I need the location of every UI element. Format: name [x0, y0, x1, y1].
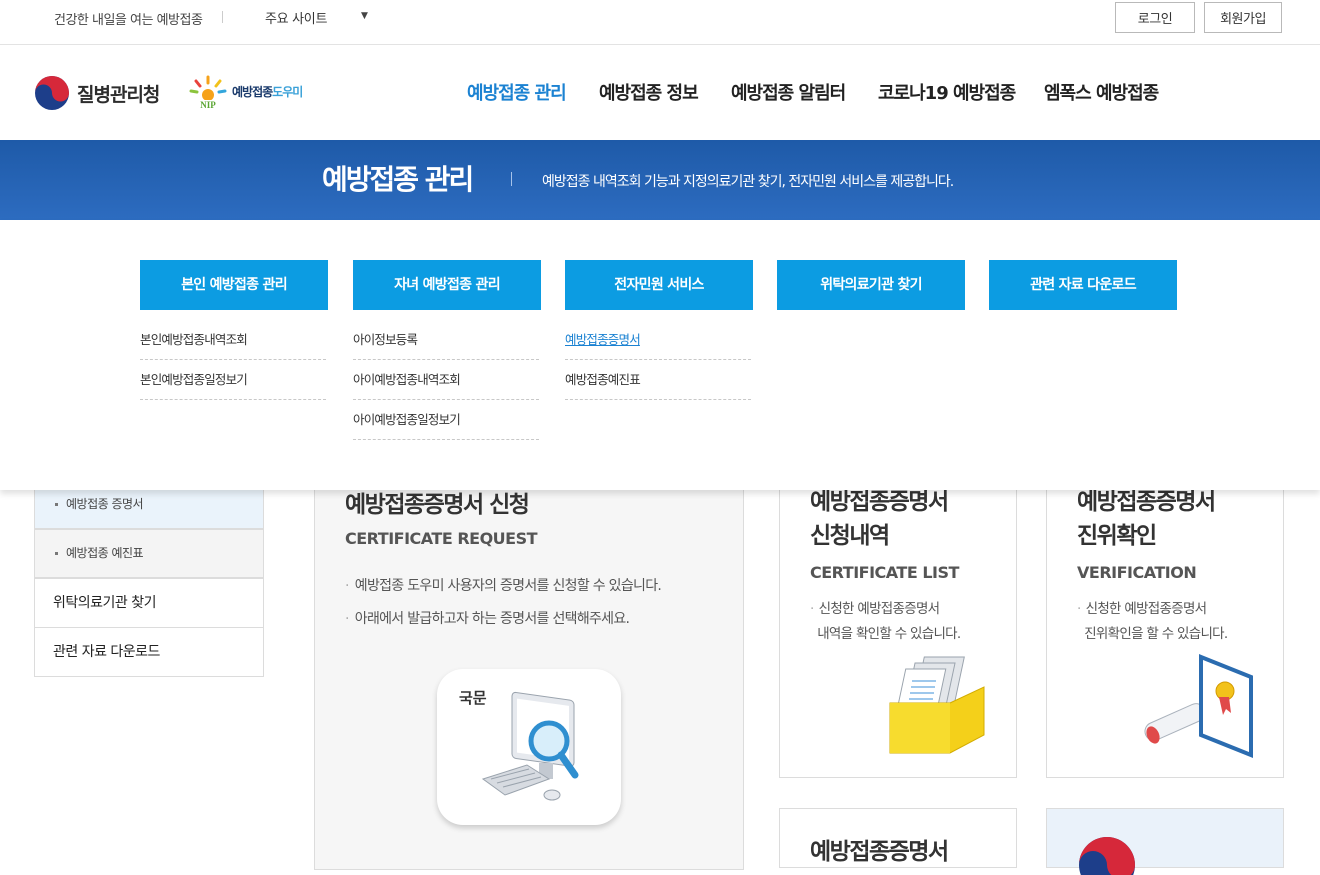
- nip-logo-main: 예방접종: [232, 85, 273, 99]
- desc-line: 진위확인을 할 수 있습니다.: [1084, 626, 1228, 642]
- gnb-vaccination-management[interactable]: 예방접종 관리: [467, 79, 567, 105]
- desc-line: 신청한 예방접종증명서: [818, 601, 940, 617]
- kdca-logo-text[interactable]: 질병관리청: [77, 80, 160, 107]
- document-box-icon: [889, 656, 985, 754]
- divider: [511, 172, 512, 186]
- mega-item-self-schedule[interactable]: 본인예방접종일정보기: [140, 360, 326, 400]
- mega-item-prescreening[interactable]: 예방접종예진표: [565, 360, 751, 400]
- gnb-vaccination-notice[interactable]: 예방접종 알림터: [731, 79, 846, 105]
- nip-logo-text[interactable]: 예방접종도우미: [232, 83, 303, 100]
- banner-title: 예방접종 관리: [322, 163, 474, 196]
- card-title: 예방접종증명서신청내역: [810, 485, 949, 553]
- page-banner: 예방접종 관리 예방접종 내역조회 기능과 지정의료기관 찾기, 전자민원 서비…: [0, 140, 1320, 220]
- card-title-line: 진위확인: [1077, 523, 1157, 549]
- certificate-card-4[interactable]: [1046, 808, 1284, 875]
- lnb-item-label: 예방접종 증명서: [66, 497, 144, 511]
- certificate-verification-card[interactable]: 예방접종증명서진위확인 VERIFICATION 신청한 예방접종증명서 진위확…: [1046, 470, 1284, 778]
- desc-line: 내역을 확인할 수 있습니다.: [817, 626, 961, 642]
- mega-column-downloads: 관련 자료 다운로드: [989, 260, 1177, 310]
- mega-item-child-history[interactable]: 아이예방접종내역조회: [353, 360, 539, 400]
- site-slogan: 건강한 내일을 여는 예방접종: [54, 13, 203, 28]
- lnb-item-label: 예방접종 예진표: [66, 546, 144, 560]
- bullet-icon: [55, 503, 58, 506]
- kdca-taegeuk-logo-icon[interactable]: [34, 75, 70, 111]
- card-title: 예방접종증명서: [810, 839, 949, 865]
- gnb-vaccination-info[interactable]: 예방접종 정보: [599, 79, 699, 105]
- mega-column-child: 자녀 예방접종 관리 아이정보등록 아이예방접종내역조회 아이예방접종일정보기: [353, 260, 541, 440]
- mega-head-downloads[interactable]: 관련 자료 다운로드: [989, 260, 1177, 310]
- emblem-icon: [1079, 837, 1135, 875]
- mega-head-child-vaccination[interactable]: 자녀 예방접종 관리: [353, 260, 541, 310]
- card-title: 예방접종증명서진위확인: [1077, 485, 1216, 553]
- card-subtitle: VERIFICATION: [1077, 563, 1197, 582]
- chevron-down-icon[interactable]: ▼: [361, 11, 368, 21]
- mega-column-self: 본인 예방접종 관리 본인예방접종내역조회 본인예방접종일정보기: [140, 260, 328, 400]
- card-title-line: 예방접종증명서: [810, 489, 949, 515]
- gnb-mpox-vaccination[interactable]: 엠폭스 예방접종: [1044, 79, 1159, 105]
- mega-item-certificate[interactable]: 예방접종증명서: [565, 320, 751, 360]
- mega-item-self-history[interactable]: 본인예방접종내역조회: [140, 320, 326, 360]
- lnb-item-prescreening[interactable]: 예방접종 예진표: [34, 529, 264, 578]
- mega-head-self-vaccination[interactable]: 본인 예방접종 관리: [140, 260, 328, 310]
- lnb-item-find-clinic[interactable]: 위탁의료기관 찾기: [34, 578, 264, 628]
- card-title: 예방접종증명서 신청: [345, 492, 530, 518]
- card-description: 신청한 예방접종증명서 진위확인을 할 수 있습니다.: [1077, 597, 1228, 647]
- signup-button[interactable]: 회원가입: [1204, 2, 1282, 33]
- korean-certificate-button[interactable]: 국문: [437, 669, 621, 825]
- divider: [222, 11, 223, 23]
- mega-column-eservice: 전자민원 서비스 예방접종증명서 예방접종예진표: [565, 260, 753, 400]
- certificate-request-card: 예방접종증명서 신청 CERTIFICATE REQUEST 예방접종 도우미 …: [314, 470, 744, 870]
- related-sites-dropdown[interactable]: 주요 사이트: [265, 8, 327, 27]
- desc-line: 신청한 예방접종증명서: [1085, 601, 1207, 617]
- computer-search-icon: [481, 691, 579, 801]
- nip-logo-tail: 도우미: [272, 85, 303, 99]
- mega-item-child-schedule[interactable]: 아이예방접종일정보기: [353, 400, 539, 440]
- card-description: 신청한 예방접종증명서 내역을 확인할 수 있습니다.: [810, 597, 961, 647]
- card-bullet: 예방접종 도우미 사용자의 증명서를 신청할 수 있습니다.: [345, 575, 662, 595]
- utility-bar: 건강한 내일을 여는 예방접종 주요 사이트 ▼ 로그인 회원가입: [0, 0, 1320, 45]
- certificate-list-card[interactable]: 예방접종증명서신청내역 CERTIFICATE LIST 신청한 예방접종증명서…: [779, 470, 1017, 778]
- card-subtitle: CERTIFICATE LIST: [810, 563, 959, 582]
- card-title-line: 예방접종증명서: [1077, 489, 1216, 515]
- mega-head-find-clinic[interactable]: 위탁의료기관 찾기: [777, 260, 965, 310]
- site-header: 질병관리청 NIP 예방접종도우미 예방접종 관리 예방접종 정보 예방접종 알…: [0, 45, 1320, 140]
- card-subtitle: CERTIFICATE REQUEST: [345, 529, 538, 548]
- lnb-item-downloads[interactable]: 관련 자료 다운로드: [34, 627, 264, 677]
- card-bullet: 아래에서 발급하고자 하는 증명서를 선택해주세요.: [345, 608, 630, 628]
- nip-badge-text: NIP: [200, 100, 216, 109]
- mega-menu: 본인 예방접종 관리 본인예방접종내역조회 본인예방접종일정보기 자녀 예방접종…: [0, 220, 1320, 490]
- card-title-line: 신청내역: [810, 523, 890, 549]
- certificate-card-3[interactable]: 예방접종증명서: [779, 808, 1017, 868]
- gnb-covid19-vaccination[interactable]: 코로나19 예방접종: [878, 79, 1016, 105]
- nip-sun-logo-icon[interactable]: NIP: [188, 73, 228, 109]
- banner-description: 예방접종 내역조회 기능과 지정의료기관 찾기, 전자민원 서비스를 제공합니다…: [542, 174, 954, 190]
- mega-head-eservice[interactable]: 전자민원 서비스: [565, 260, 753, 310]
- mega-column-find-clinic: 위탁의료기관 찾기: [777, 260, 965, 310]
- bullet-icon: [55, 552, 58, 555]
- mega-item-child-register[interactable]: 아이정보등록: [353, 320, 539, 360]
- login-button[interactable]: 로그인: [1115, 2, 1195, 33]
- certificate-medal-icon: [1144, 654, 1253, 758]
